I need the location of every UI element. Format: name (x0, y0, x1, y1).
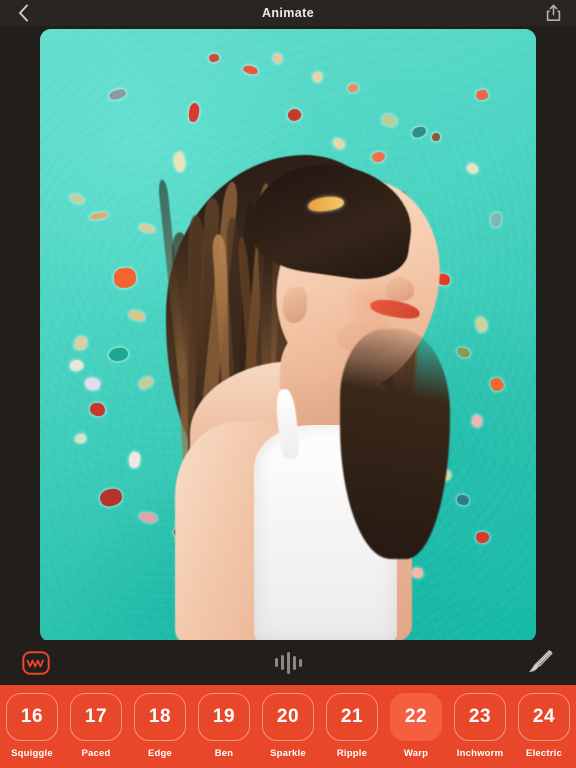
artwork-canvas[interactable] (40, 29, 536, 642)
page-title: Animate (261, 6, 315, 20)
preset-label: Edge (147, 748, 173, 759)
audio-button-wrap (0, 640, 576, 685)
portrait-subject (40, 29, 536, 642)
preset-number: 24 (518, 693, 570, 741)
animate-screen: Animate 16 Squiggle 17 Paced 18 Edge 19 … (0, 0, 576, 768)
preset-number: 21 (326, 693, 378, 741)
preset-number: 17 (70, 693, 122, 741)
preset-chip-ben[interactable]: 19 Ben (192, 693, 256, 759)
preset-label: Warp (403, 748, 429, 759)
audio-button[interactable] (274, 640, 302, 685)
preset-label: Squiggle (11, 748, 53, 759)
preset-rail[interactable]: 16 Squiggle 17 Paced 18 Edge 19 Ben 20 Sparkle 21 R… (0, 685, 576, 768)
tool-bar (0, 640, 576, 685)
preset-number: 19 (198, 693, 250, 741)
preset-label: Ripple (336, 748, 368, 759)
chevron-left-icon (18, 4, 28, 22)
preset-chip-sparkle[interactable]: 20 Sparkle (256, 693, 320, 759)
preset-chip-electric[interactable]: 24 Electric (512, 693, 576, 759)
preset-number: 16 (6, 693, 58, 741)
preset-chip-ripple[interactable]: 21 Ripple (320, 693, 384, 759)
ear (283, 287, 307, 323)
preset-chip-warp[interactable]: 22 Warp (384, 693, 448, 759)
share-button[interactable] (530, 0, 576, 26)
preset-label: Ben (214, 748, 234, 759)
preset-number: 18 (134, 693, 186, 741)
share-icon (546, 4, 560, 21)
canvas-stage (0, 26, 576, 642)
preset-chip-squiggle[interactable]: 16 Squiggle (0, 693, 64, 759)
back-button[interactable] (0, 0, 46, 26)
preset-chip-inchworm[interactable]: 23 Inchworm (448, 693, 512, 759)
header-bar: Animate (0, 0, 576, 26)
audio-waveform-icon (274, 650, 302, 676)
preset-number: 22 (390, 693, 442, 741)
artwork-image (40, 29, 536, 642)
preset-label: Electric (526, 748, 562, 759)
preset-number: 20 (262, 693, 314, 741)
hair-right-fall (340, 329, 450, 559)
preset-chip-paced[interactable]: 17 Paced (64, 693, 128, 759)
preset-label: Inchworm (456, 748, 504, 759)
preset-chip-edge[interactable]: 18 Edge (128, 693, 192, 759)
nose (386, 277, 414, 301)
preset-label: Sparkle (270, 748, 306, 759)
preset-label: Paced (81, 748, 111, 759)
preset-number: 23 (454, 693, 506, 741)
